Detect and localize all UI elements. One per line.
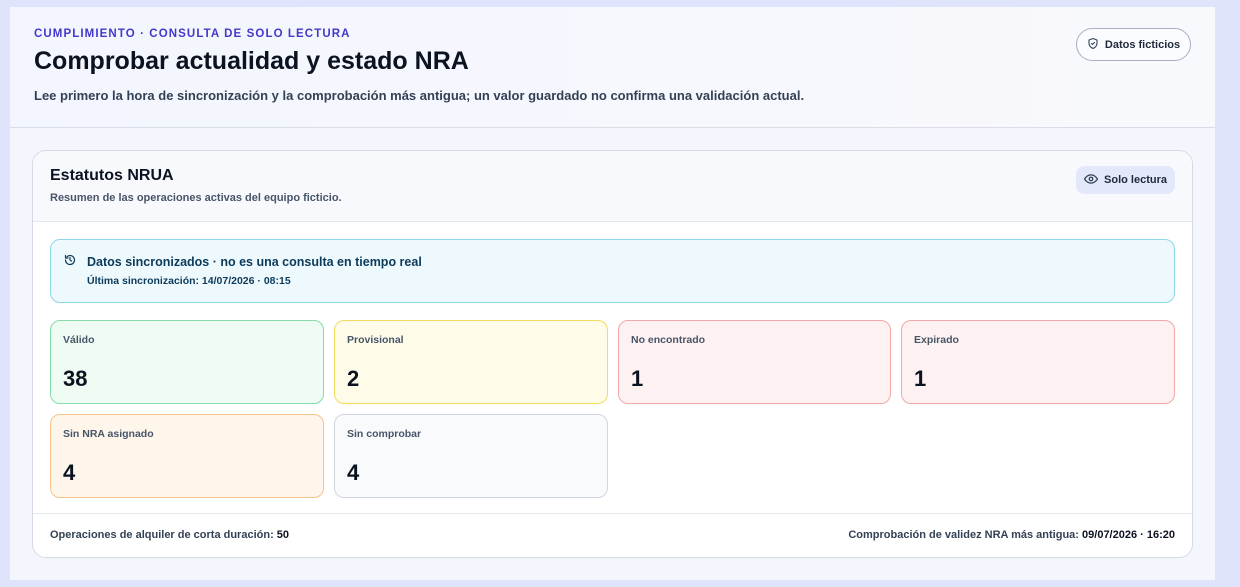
shield-icon (1087, 37, 1099, 53)
sync-notice: Datos sincronizados · no es una consulta… (50, 239, 1175, 303)
stat-unchecked: Sin comprobar 4 (334, 414, 608, 498)
card-header: Estatutos NRUA Resumen de las operacione… (33, 151, 1192, 222)
card-footer: Operaciones de alquiler de corta duració… (33, 513, 1192, 557)
stat-value: 2 (347, 366, 360, 391)
oldest-check: Comprobación de validez NRA más antigua:… (848, 529, 1175, 541)
stat-not-found: No encontrado 1 (618, 320, 891, 404)
stat-value: 4 (63, 460, 76, 485)
operations-label: Operaciones de alquiler de corta duració… (50, 529, 274, 541)
stat-label: Sin comprobar (347, 428, 422, 440)
stat-value: 1 (631, 366, 644, 391)
page-header: CUMPLIMIENTO · CONSULTA DE SOLO LECTURA … (10, 7, 1215, 128)
stat-unassigned: Sin NRA asignado 4 (50, 414, 324, 498)
stat-expired: Expirado 1 (901, 320, 1175, 404)
card-title: Estatutos NRUA (50, 167, 174, 184)
stat-label: Provisional (347, 334, 404, 346)
stat-value: 4 (347, 460, 360, 485)
stat-value: 1 (914, 366, 927, 391)
stat-label: No encontrado (631, 334, 706, 346)
stat-label: Sin NRA asignado (63, 428, 154, 440)
oldest-check-label: Comprobación de validez NRA más antigua: (848, 529, 1079, 541)
oldest-check-value: 09/07/2026 · 16:20 (1082, 529, 1175, 541)
read-only-badge: Solo lectura (1076, 166, 1175, 194)
eye-icon (1083, 173, 1099, 188)
operations-value: 50 (276, 529, 290, 541)
app-frame: CUMPLIMIENTO · CONSULTA DE SOLO LECTURA … (10, 7, 1215, 580)
history-icon (64, 253, 76, 271)
fictitious-data-badge[interactable]: Datos ficticios (1076, 28, 1191, 61)
sync-title: Datos sincronizados · no es una consulta… (87, 255, 422, 269)
page-subtitle: Lee primero la hora de sincronización y … (34, 88, 805, 103)
fictitious-data-label: Datos ficticios (1104, 38, 1181, 51)
operations-count: Operaciones de alquiler de corta duració… (50, 529, 289, 541)
page-eyebrow: CUMPLIMIENTO · CONSULTA DE SOLO LECTURA (34, 28, 351, 40)
stat-valid: Válido 38 (50, 320, 324, 404)
stat-value: 38 (63, 366, 88, 391)
nrua-status-card: Estatutos NRUA Resumen de las operacione… (32, 150, 1193, 558)
page-title: Comprobar actualidad y estado NRA (34, 47, 469, 75)
stat-label: Válido (63, 334, 95, 346)
read-only-label: Solo lectura (1104, 174, 1167, 186)
last-sync-time: Última sincronización: 14/07/2026 · 08:1… (87, 275, 291, 287)
stat-provisional: Provisional 2 (334, 320, 608, 404)
stat-label: Expirado (914, 334, 959, 346)
card-subtitle: Resumen de las operaciones activas del e… (50, 192, 342, 204)
